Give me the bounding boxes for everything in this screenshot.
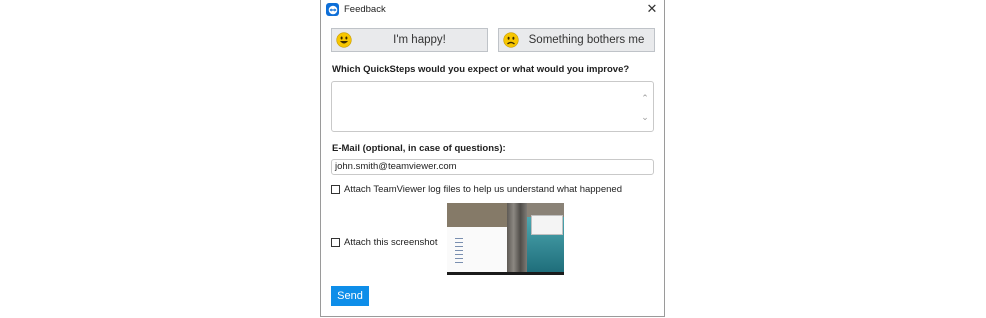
attach-log-label[interactable]: Attach TeamViewer log files to help us u… bbox=[344, 184, 622, 195]
screenshot-thumbnail bbox=[447, 203, 564, 275]
thumbnail-background bbox=[447, 203, 509, 227]
happy-button-label: I'm happy! bbox=[393, 34, 446, 46]
thumbnail-list bbox=[455, 238, 463, 266]
thumbnail-taskbar bbox=[447, 272, 564, 275]
close-icon[interactable]: ✕ bbox=[644, 1, 660, 17]
title-bar: Feedback ✕ bbox=[321, 0, 664, 20]
window-title: Feedback bbox=[344, 4, 386, 15]
send-button[interactable]: Send bbox=[331, 286, 369, 306]
sad-face-icon bbox=[503, 32, 519, 48]
feedback-dialog: Feedback ✕ I'm happy! Something bothers … bbox=[320, 0, 665, 317]
something-bothers-me-button[interactable]: Something bothers me bbox=[498, 28, 655, 52]
thumbnail-wallpaper bbox=[507, 203, 527, 275]
attach-log-checkbox[interactable] bbox=[331, 185, 340, 194]
email-field[interactable]: john.smith@teamviewer.com bbox=[331, 159, 654, 175]
teamviewer-logo-icon bbox=[326, 3, 339, 16]
email-label: E-Mail (optional, in case of questions): bbox=[332, 143, 506, 154]
happy-button[interactable]: I'm happy! bbox=[331, 28, 488, 52]
scroll-down-icon[interactable]: ⌄ bbox=[640, 112, 650, 122]
improve-textarea[interactable]: ⌃ ⌄ bbox=[331, 81, 654, 132]
attach-screenshot-label[interactable]: Attach this screenshot bbox=[344, 237, 437, 248]
happy-face-icon bbox=[336, 32, 352, 48]
attach-screenshot-checkbox[interactable] bbox=[331, 238, 340, 247]
something-bothers-me-label: Something bothers me bbox=[528, 34, 645, 46]
scroll-up-icon[interactable]: ⌃ bbox=[640, 93, 650, 103]
thumbnail-teamviewer-window bbox=[531, 215, 563, 235]
improve-question-label: Which QuickSteps would you expect or wha… bbox=[332, 64, 630, 75]
